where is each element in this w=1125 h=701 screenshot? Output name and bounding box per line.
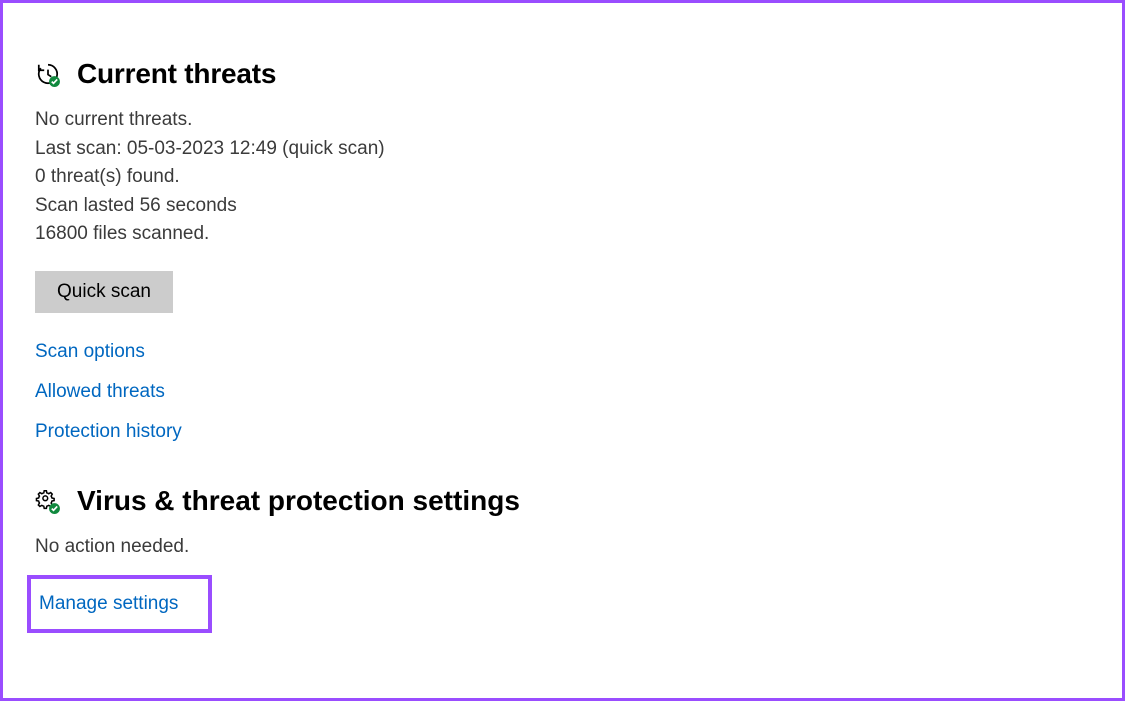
threat-links: Scan options Allowed threats Protection …: [35, 341, 1122, 443]
settings-status-text: No action needed.: [35, 533, 1122, 562]
current-threats-header: Current threats: [35, 58, 1122, 90]
protection-settings-title: Virus & threat protection settings: [77, 485, 520, 517]
threat-status-block: No current threats. Last scan: 05-03-202…: [35, 106, 1122, 249]
files-scanned-text: 16800 files scanned.: [35, 220, 1122, 249]
scan-history-icon: [35, 61, 63, 87]
protection-settings-section: Virus & threat protection settings No ac…: [35, 485, 1122, 634]
quick-scan-button[interactable]: Quick scan: [35, 271, 173, 313]
manage-settings-link[interactable]: Manage settings: [39, 593, 178, 615]
settings-gear-icon: [35, 488, 63, 514]
manage-settings-highlight: Manage settings: [27, 575, 212, 633]
scan-options-link[interactable]: Scan options: [35, 341, 145, 363]
protection-settings-header: Virus & threat protection settings: [35, 485, 1122, 517]
no-current-threats-text: No current threats.: [35, 106, 1122, 135]
allowed-threats-link[interactable]: Allowed threats: [35, 381, 165, 403]
last-scan-text: Last scan: 05-03-2023 12:49 (quick scan): [35, 135, 1122, 164]
scan-duration-text: Scan lasted 56 seconds: [35, 192, 1122, 221]
current-threats-title: Current threats: [77, 58, 276, 90]
threats-found-text: 0 threat(s) found.: [35, 163, 1122, 192]
protection-history-link[interactable]: Protection history: [35, 421, 182, 443]
